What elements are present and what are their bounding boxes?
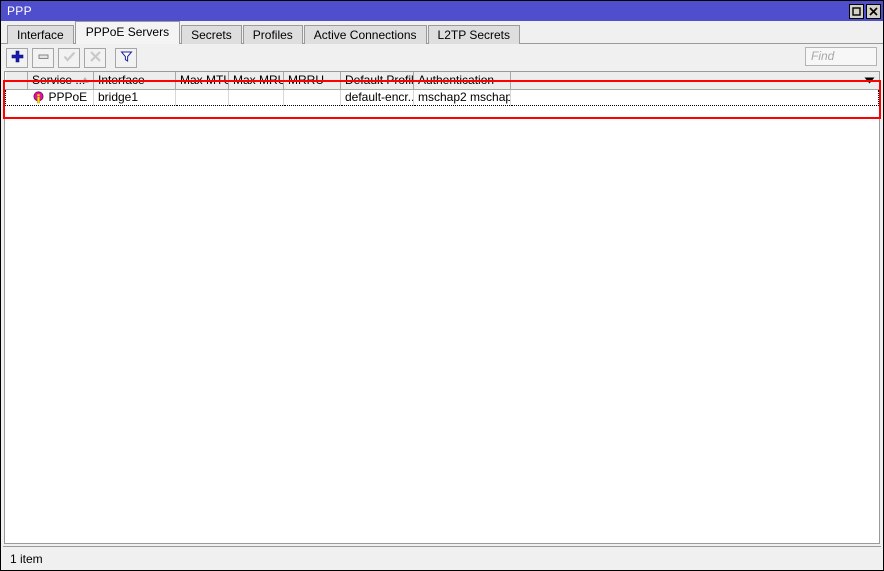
tab-l2tp-secrets[interactable]: L2TP Secrets [427, 25, 520, 45]
cell-filler [510, 88, 879, 106]
cell-max-mru [228, 88, 284, 106]
tab-interface[interactable]: Interface [7, 25, 74, 45]
table-header-row: Service ... Interface Max MTU Max MRU MR… [5, 72, 879, 90]
close-icon [869, 6, 878, 16]
search-placeholder: Find [811, 49, 835, 63]
tab-secrets[interactable]: Secrets [181, 25, 242, 45]
column-label-max-mru: Max MRU [233, 73, 284, 88]
column-header-interface[interactable]: Interface [93, 72, 176, 90]
cell-max-mtu [175, 88, 229, 106]
minus-icon [37, 50, 50, 66]
cell-text-service: PPPoE [48, 90, 88, 104]
ppp-window: PPP Interface PPPoE Servers Secrets Prof… [0, 0, 884, 571]
funnel-icon [119, 50, 133, 66]
check-icon [63, 50, 76, 66]
column-header-max-mru[interactable]: Max MRU [228, 72, 284, 90]
column-header-service[interactable]: Service ... [27, 72, 94, 90]
column-label-default-profile: Default Profile [345, 73, 414, 88]
status-bar: 1 item [3, 546, 881, 570]
column-label-service: Service ... [32, 73, 86, 88]
cell-authentication: mschap2 mschap... [413, 88, 511, 106]
pppoe-server-list[interactable]: Service ... Interface Max MTU Max MRU MR… [4, 71, 880, 544]
window-title: PPP [7, 4, 32, 18]
disable-button[interactable] [84, 47, 106, 68]
cell-service: PPPoE [27, 88, 94, 106]
toolbar: Find [1, 44, 883, 71]
tab-pppoe-servers[interactable]: PPPoE Servers [74, 21, 181, 44]
close-button[interactable] [866, 3, 881, 19]
sort-ascending-icon [81, 77, 89, 83]
tab-profiles[interactable]: Profiles [242, 25, 303, 45]
column-header-max-mtu[interactable]: Max MTU [175, 72, 229, 90]
tab-strip: Interface PPPoE Servers Secrets Profiles… [1, 21, 883, 45]
tab-active-connections[interactable]: Active Connections [303, 25, 427, 45]
column-label-authentication: Authentication [418, 73, 495, 88]
maximize-button[interactable] [849, 3, 864, 19]
cross-icon [89, 50, 102, 66]
column-chooser-button[interactable] [862, 72, 877, 88]
cell-default-profile: default-encr... [340, 88, 414, 106]
column-header-filler [510, 72, 879, 90]
pppoe-server-icon [32, 90, 45, 104]
title-bar: PPP [1, 1, 883, 21]
column-label-max-mtu: Max MTU [180, 73, 229, 88]
column-header-authentication[interactable]: Authentication [413, 72, 511, 90]
item-count-label: 1 item [10, 551, 43, 566]
enable-button[interactable] [58, 47, 80, 68]
column-header-default-profile[interactable]: Default Profile [340, 72, 414, 90]
maximize-icon [852, 6, 861, 16]
cell-mrru [283, 88, 341, 106]
column-header-mrru[interactable]: MRRU [283, 72, 341, 90]
add-button[interactable] [6, 47, 28, 68]
pppoe-server-table: Service ... Interface Max MTU Max MRU MR… [5, 72, 879, 106]
filter-button[interactable] [115, 47, 137, 68]
search-input[interactable]: Find [805, 47, 877, 66]
column-label-interface: Interface [98, 73, 145, 88]
plus-icon [11, 50, 24, 66]
remove-button[interactable] [32, 47, 54, 68]
table-row[interactable]: PPPoE bridge1 default-encr... mschap2 ms… [5, 88, 879, 106]
header-gutter [5, 72, 28, 90]
window-controls [849, 3, 881, 19]
row-gutter [5, 88, 28, 106]
column-label-mrru: MRRU [288, 73, 324, 88]
cell-interface: bridge1 [93, 88, 176, 106]
